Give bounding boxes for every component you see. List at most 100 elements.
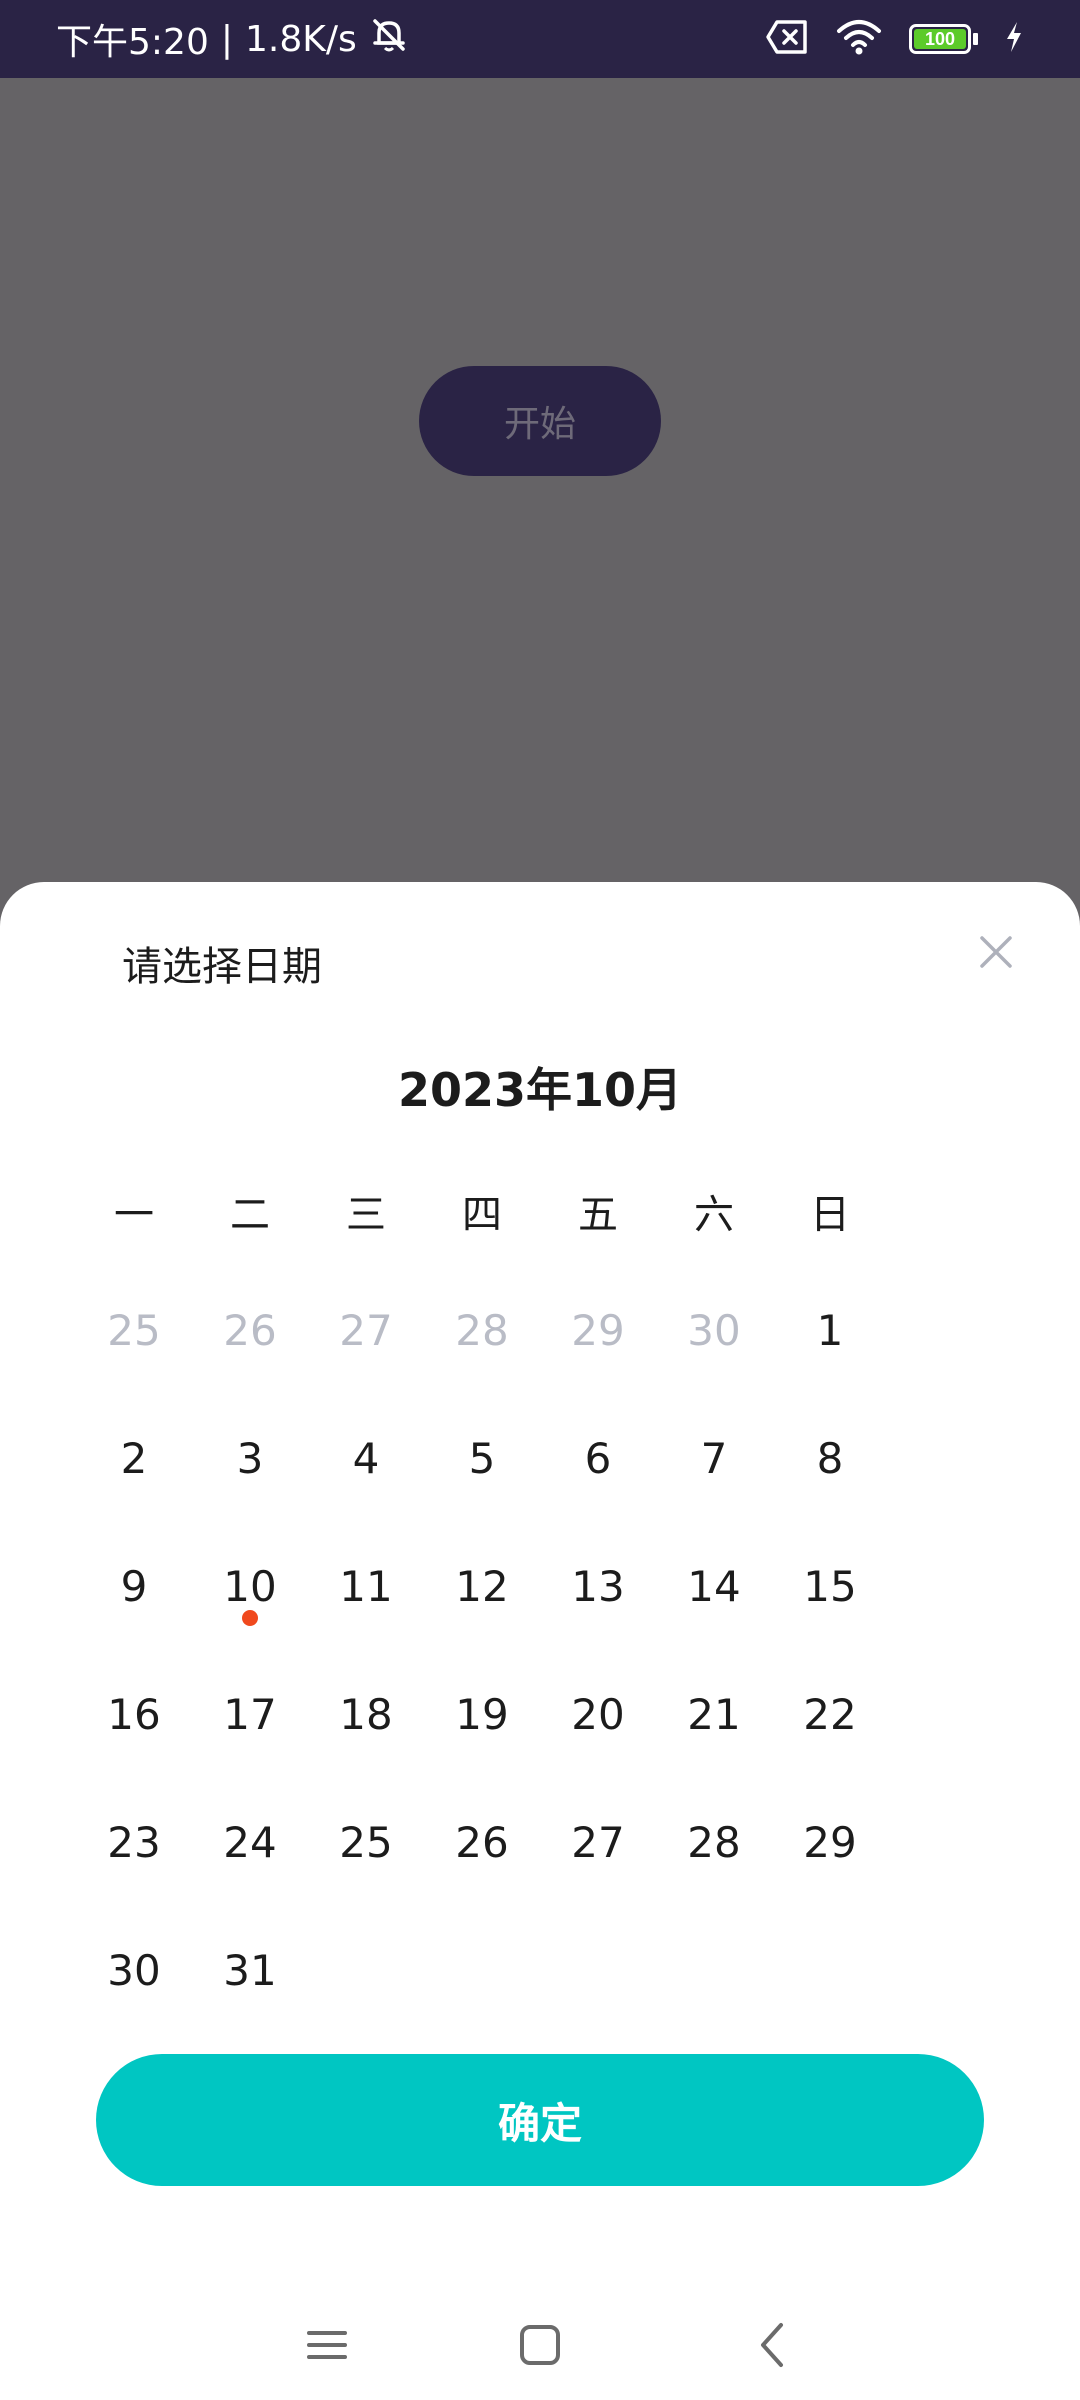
calendar-day[interactable]: 23 — [76, 1778, 192, 1906]
calendar-day: 26 — [192, 1266, 308, 1394]
status-bar: 下午5:20 | 1.8K/s 100 — [0, 0, 1080, 78]
date-picker-sheet: 请选择日期 2023年10月 一 二 三 四 五 六 日 25 26 27 28 29 3… — [0, 882, 1080, 2400]
sim-x-icon — [765, 19, 809, 59]
calendar-day-label: 31 — [223, 1945, 277, 1995]
calendar-day-label: 27 — [571, 1817, 625, 1867]
home-button[interactable] — [505, 2310, 575, 2380]
calendar-day-label: 30 — [687, 1305, 741, 1355]
calendar-day-label: 26 — [223, 1305, 277, 1355]
close-icon — [980, 936, 1012, 968]
dimmed-background[interactable]: 开始 — [0, 78, 1080, 882]
close-button[interactable] — [968, 924, 1024, 980]
calendar-day[interactable]: 24 — [192, 1778, 308, 1906]
back-icon — [761, 2323, 783, 2367]
calendar-day[interactable]: 29 — [772, 1778, 888, 1906]
calendar-day[interactable]: 7 — [656, 1394, 772, 1522]
calendar-day[interactable]: 20 — [540, 1650, 656, 1778]
weekday-header: 一 二 三 四 五 六 日 — [76, 1182, 888, 1242]
weekday-label: 四 — [462, 1192, 502, 1238]
calendar-day-label: 14 — [687, 1561, 741, 1611]
calendar-day-label: 20 — [571, 1689, 625, 1739]
calendar-day[interactable]: 30 — [76, 1906, 192, 2034]
calendar-day[interactable]: 17 — [192, 1650, 308, 1778]
calendar-day[interactable]: 28 — [656, 1778, 772, 1906]
calendar-day: 28 — [424, 1266, 540, 1394]
calendar-day-label: 13 — [571, 1561, 625, 1611]
calendar-day-label: 9 — [120, 1561, 148, 1611]
calendar-day[interactable]: 18 — [308, 1650, 424, 1778]
calendar-day-label: 24 — [223, 1817, 277, 1867]
calendar-day-label: 27 — [339, 1305, 393, 1355]
calendar-day-label: 25 — [339, 1817, 393, 1867]
status-right: 100 — [765, 19, 1024, 59]
month-label: 2023年10月 — [397, 1063, 683, 1117]
calendar-day[interactable]: 31 — [192, 1906, 308, 2034]
weekday-label: 六 — [694, 1192, 734, 1238]
calendar-day: 30 — [656, 1266, 772, 1394]
status-left: 下午5:20 | 1.8K/s — [56, 13, 409, 65]
calendar-day[interactable]: 1 — [772, 1266, 888, 1394]
navigation-bar — [0, 2280, 1080, 2400]
calendar-grid: 25 26 27 28 29 30 1 2 3 4 5 6 7 8 9 10 11 12 13 14 15 16 17 18 1… — [76, 1266, 888, 2034]
calendar-day-label: 16 — [107, 1689, 161, 1739]
calendar-day[interactable]: 14 — [656, 1522, 772, 1650]
calendar-day[interactable]: 13 — [540, 1522, 656, 1650]
calendar-day-label: 2 — [120, 1433, 148, 1483]
calendar-day[interactable]: 9 — [76, 1522, 192, 1650]
calendar-day[interactable]: 22 — [772, 1650, 888, 1778]
calendar-day[interactable]: 5 — [424, 1394, 540, 1522]
calendar-day-label: 3 — [236, 1433, 264, 1483]
calendar-day[interactable]: 12 — [424, 1522, 540, 1650]
battery-icon: 100 — [909, 24, 978, 54]
weekday-label: 二 — [230, 1192, 270, 1238]
calendar-day-label: 7 — [700, 1433, 728, 1483]
calendar-day: 27 — [308, 1266, 424, 1394]
calendar-day-label: 29 — [571, 1305, 625, 1355]
calendar-day-label: 25 — [107, 1305, 161, 1355]
calendar-day-label: 19 — [455, 1689, 509, 1739]
calendar-day: 25 — [76, 1266, 192, 1394]
network-speed: 1.8K/s — [244, 18, 357, 60]
calendar-day-label: 28 — [687, 1817, 741, 1867]
calendar-day[interactable]: 16 — [76, 1650, 192, 1778]
start-button[interactable]: 开始 — [419, 366, 661, 476]
back-button[interactable] — [738, 2310, 808, 2380]
calendar-day[interactable]: 11 — [308, 1522, 424, 1650]
calendar-day-label: 28 — [455, 1305, 509, 1355]
calendar-day-label: 11 — [339, 1561, 393, 1611]
calendar-day-label: 12 — [455, 1561, 509, 1611]
calendar-day-label: 10 — [223, 1561, 277, 1611]
calendar-day[interactable]: 3 — [192, 1394, 308, 1522]
calendar-day-label: 5 — [468, 1433, 496, 1483]
mute-icon — [369, 15, 409, 64]
calendar-day-label: 15 — [803, 1561, 857, 1611]
wifi-icon — [835, 19, 883, 59]
calendar-day-label: 23 — [107, 1817, 161, 1867]
calendar-day-label: 30 — [107, 1945, 161, 1995]
calendar-day-label: 26 — [455, 1817, 509, 1867]
charging-icon — [1004, 21, 1024, 57]
calendar-day[interactable]: 2 — [76, 1394, 192, 1522]
calendar-day-today[interactable]: 10 — [192, 1522, 308, 1650]
calendar-day[interactable]: 19 — [424, 1650, 540, 1778]
status-time: 下午5:20 — [56, 22, 209, 63]
menu-button[interactable] — [292, 2310, 362, 2380]
calendar-day-label: 18 — [339, 1689, 393, 1739]
calendar-day[interactable]: 27 — [540, 1778, 656, 1906]
calendar-day-label: 8 — [816, 1433, 844, 1483]
calendar-day[interactable]: 26 — [424, 1778, 540, 1906]
confirm-button[interactable]: 确定 — [96, 2054, 984, 2186]
home-icon — [520, 2325, 560, 2365]
calendar-day[interactable]: 15 — [772, 1522, 888, 1650]
today-indicator-dot — [242, 1610, 258, 1626]
calendar-day-label: 4 — [352, 1433, 380, 1483]
calendar-day-label: 22 — [803, 1689, 857, 1739]
calendar-day-label: 21 — [687, 1689, 741, 1739]
calendar-day[interactable]: 25 — [308, 1778, 424, 1906]
status-separator: | — [220, 18, 233, 60]
date-picker-title: 请选择日期 — [122, 944, 322, 990]
calendar-day[interactable]: 4 — [308, 1394, 424, 1522]
calendar-day[interactable]: 21 — [656, 1650, 772, 1778]
calendar-day[interactable]: 8 — [772, 1394, 888, 1522]
calendar-day[interactable]: 6 — [540, 1394, 656, 1522]
